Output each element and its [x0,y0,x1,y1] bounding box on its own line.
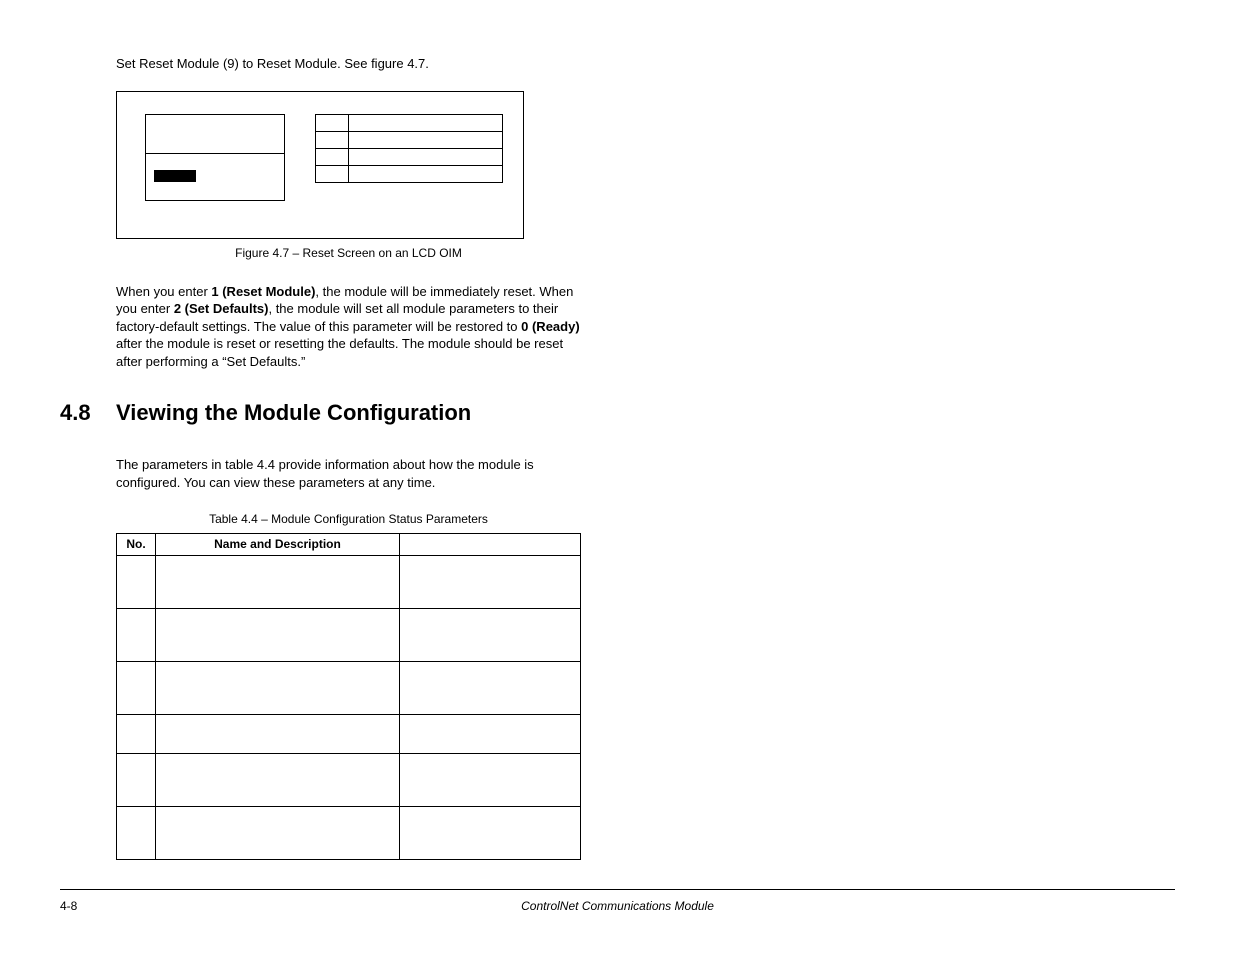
figure-box [116,91,524,239]
table-row [117,753,581,806]
figure-left-panel [145,114,285,200]
figure-row [315,165,503,182]
document-page: Set Reset Module (9) to Reset Module. Se… [0,0,1235,954]
section-heading: 4.8 Viewing the Module Configuration [60,398,1175,428]
table-header-row: No. Name and Description [117,534,581,555]
footer-doc-title: ControlNet Communications Module [116,898,1175,914]
text-bold: 1 (Reset Module) [211,284,315,299]
section-number: 4.8 [60,398,116,428]
cell-name [156,661,400,714]
paragraph: The parameters in table 4.4 provide info… [116,456,581,491]
cell-name [156,608,400,661]
intro-line: Set Reset Module (9) to Reset Module. Se… [116,55,581,73]
cell-name [156,806,400,859]
cell-details [400,806,581,859]
section-content: The parameters in table 4.4 provide info… [116,456,581,859]
page-footer: 4-8 ControlNet Communications Module [60,889,1175,914]
cell-details [400,753,581,806]
figure-caption: Figure 4.7 – Reset Screen on an LCD OIM [116,245,581,261]
figure-cell [145,153,285,201]
cell-name [156,555,400,608]
cell-no [117,555,156,608]
cell-details [400,608,581,661]
text-bold: 0 (Ready) [521,319,580,334]
col-details [400,534,581,555]
cell-details [400,555,581,608]
col-name: Name and Description [156,534,400,555]
figure-row [315,131,503,148]
page-number: 4-8 [60,898,116,914]
section-title: Viewing the Module Configuration [116,398,471,428]
table-row [117,714,581,753]
figure-row [315,114,503,131]
figure-cell [145,114,285,154]
table-caption: Table 4.4 – Module Configuration Status … [116,511,581,527]
cell-no [117,608,156,661]
cell-no [117,806,156,859]
cell-name [156,753,400,806]
params-table: No. Name and Description [116,533,581,859]
cell-details [400,661,581,714]
table-row [117,806,581,859]
table-row [117,555,581,608]
figure-right-panel [315,114,503,182]
figure-row [315,148,503,165]
page-content: Set Reset Module (9) to Reset Module. Se… [116,55,581,370]
cell-no [117,714,156,753]
figure-highlight [154,170,196,182]
cell-no [117,753,156,806]
cell-no [117,661,156,714]
cell-name [156,714,400,753]
table-row [117,661,581,714]
text-bold: 2 (Set Defaults) [174,301,269,316]
table-row [117,608,581,661]
section: 4.8 Viewing the Module Configuration [60,398,1175,428]
text: When you enter [116,284,211,299]
paragraph: When you enter 1 (Reset Module), the mod… [116,283,581,371]
col-no: No. [117,534,156,555]
text: after the module is reset or resetting t… [116,336,563,369]
cell-details [400,714,581,753]
